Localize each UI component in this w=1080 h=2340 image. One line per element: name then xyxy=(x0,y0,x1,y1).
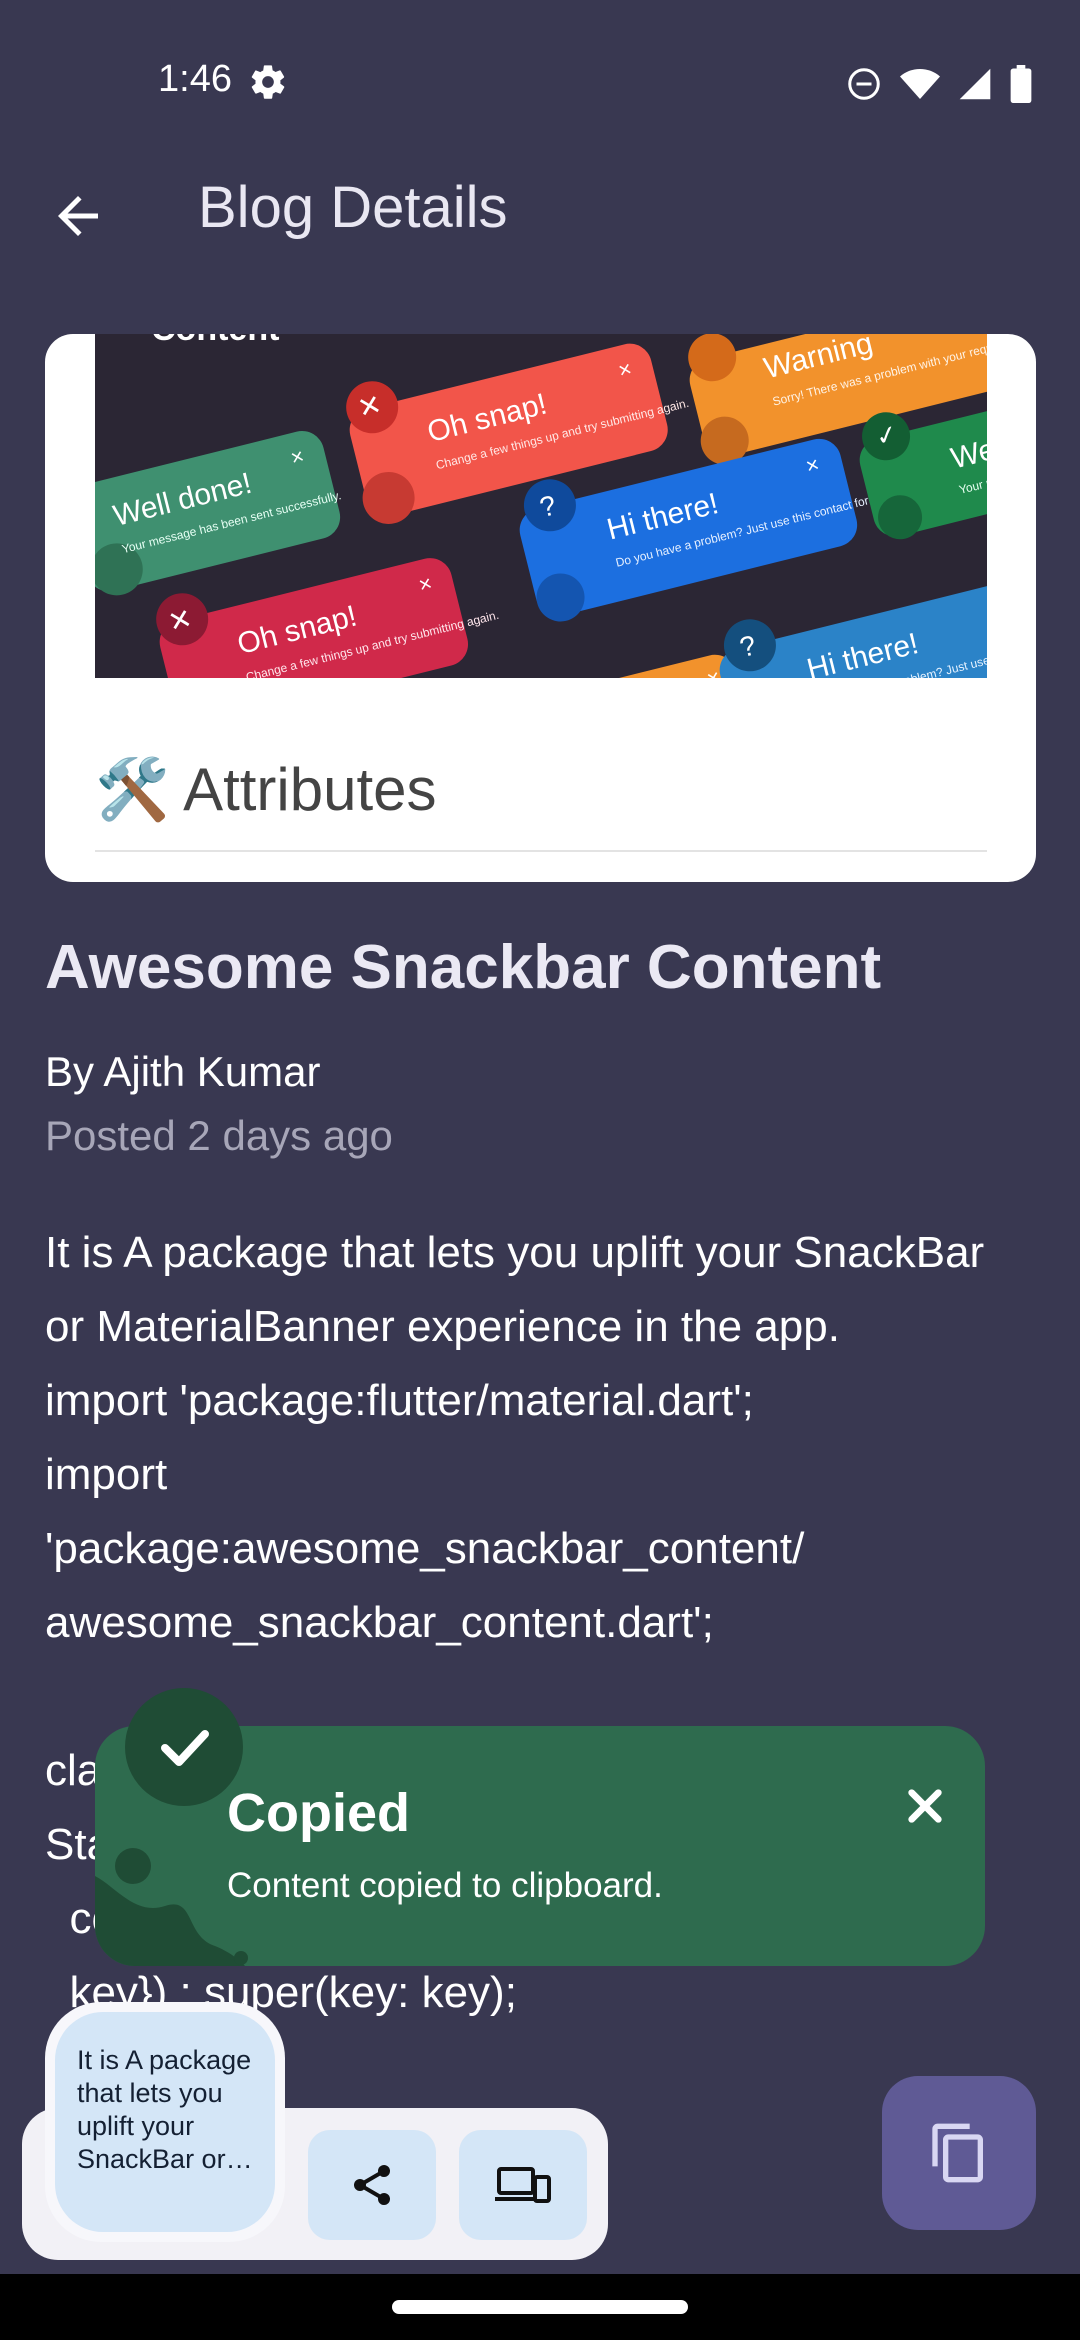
snackbar-message: Content copied to clipboard. xyxy=(227,1866,663,1905)
status-time: 1:46 xyxy=(158,58,232,100)
post-date: Posted 2 days ago xyxy=(45,1112,393,1159)
blog-banner-image: Content Well done! Your message has been… xyxy=(95,334,987,678)
do-not-disturb-icon xyxy=(848,68,880,100)
attributes-heading: 🛠️ Attributes xyxy=(95,754,437,825)
app-bar: Blog Details xyxy=(0,160,1080,270)
settings-gear-icon xyxy=(251,65,285,99)
status-bar: 1:46 xyxy=(0,0,1080,160)
share-button[interactable] xyxy=(308,2130,436,2240)
blog-image-card[interactable]: Content Well done! Your message has been… xyxy=(45,334,1036,882)
back-arrow-icon[interactable] xyxy=(48,186,108,246)
battery-icon xyxy=(1010,65,1032,103)
check-icon xyxy=(161,1730,209,1766)
wifi-icon xyxy=(900,69,940,99)
home-gesture-handle[interactable] xyxy=(392,2300,688,2314)
snackbar-title: Copied xyxy=(227,1783,410,1843)
close-icon[interactable] xyxy=(905,1786,945,1826)
attributes-label: 🛠️ Attributes xyxy=(95,756,437,823)
clipboard-preview[interactable]: It is A package that lets you uplift you… xyxy=(45,2002,285,2242)
post-author: By Ajith Kumar xyxy=(45,1048,321,1095)
share-icon xyxy=(354,2165,390,2205)
post-title: Awesome Snackbar Content xyxy=(45,933,882,1002)
banner-top-text: Content xyxy=(151,334,279,348)
copy-fab[interactable] xyxy=(882,2076,1036,2230)
snackbar-collage: Content Well done! Your message has been… xyxy=(95,334,987,678)
nearby-share-button[interactable] xyxy=(459,2130,587,2240)
divider xyxy=(95,850,987,852)
clipboard-preview-text: It is A package that lets you uplift you… xyxy=(77,2045,253,2174)
snackbar-badge xyxy=(125,1688,243,1806)
copy-icon xyxy=(932,2123,983,2183)
devices-icon xyxy=(495,2167,551,2203)
clipboard-preview-card: It is A package that lets you uplift you… xyxy=(55,2012,275,2232)
signal-icon xyxy=(959,68,991,100)
status-icons xyxy=(846,62,1032,106)
page-title: Blog Details xyxy=(198,175,508,240)
